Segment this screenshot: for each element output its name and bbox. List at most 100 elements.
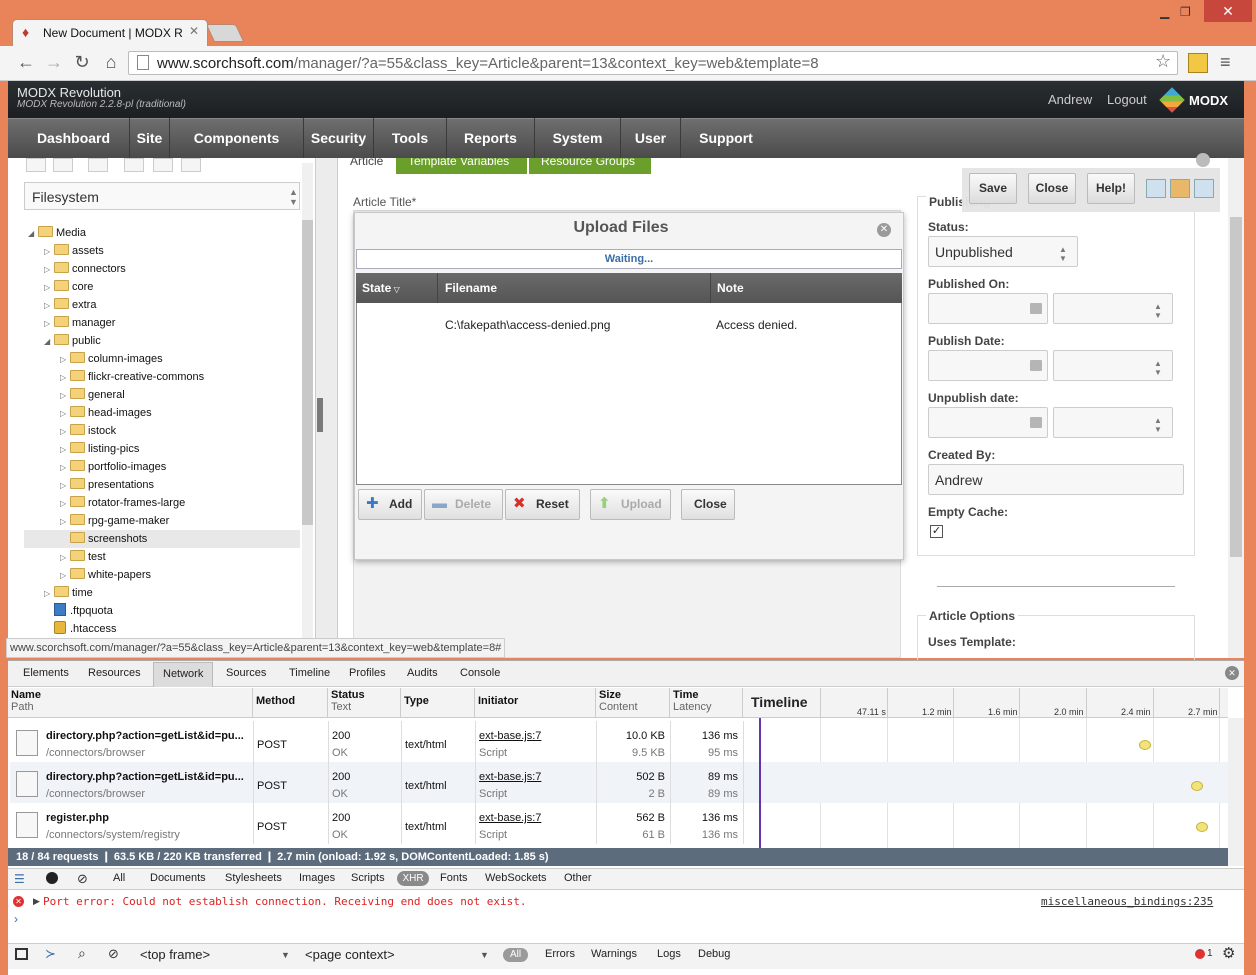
tree-item[interactable]: ▷ column-images xyxy=(28,350,300,368)
tree-item[interactable]: ▷ istock xyxy=(28,422,300,440)
col-size[interactable]: Size Content xyxy=(596,688,670,718)
col-method[interactable]: Method xyxy=(253,688,328,718)
tree-item[interactable]: ▷ connectors xyxy=(28,260,300,278)
tab-resource-groups[interactable]: Resource Groups xyxy=(529,158,651,174)
collapsed-triangle-icon[interactable]: ▷ xyxy=(60,567,70,585)
tree-quick-update-icon[interactable] xyxy=(181,158,201,172)
nav-user[interactable]: User xyxy=(621,118,681,158)
tab-article[interactable]: Article xyxy=(348,158,394,174)
address-bar[interactable]: www.scorchsoft.com/manager/?a=55&class_k… xyxy=(128,51,1178,75)
tree-item[interactable]: ▷ test xyxy=(28,548,300,566)
collapsed-triangle-icon[interactable]: ▷ xyxy=(60,369,70,387)
request-initiator[interactable]: ext-base.js:7 xyxy=(479,730,541,742)
collapse-icon[interactable] xyxy=(1196,153,1210,167)
filter-images[interactable]: Images xyxy=(299,872,335,884)
nav-support[interactable]: Support xyxy=(681,118,771,158)
extension-icon[interactable] xyxy=(1188,53,1208,73)
window-close-icon[interactable]: ✕ xyxy=(1204,0,1252,22)
calendar-icon[interactable] xyxy=(1030,303,1042,314)
collapsed-triangle-icon[interactable]: ▷ xyxy=(60,441,70,459)
home-icon[interactable]: ⌂ xyxy=(99,52,123,74)
expanded-triangle-icon[interactable]: ◢ xyxy=(44,333,54,351)
bookmark-star-icon[interactable]: ☆ xyxy=(1155,51,1171,72)
col-name[interactable]: Name Path xyxy=(8,688,253,718)
expanded-triangle-icon[interactable]: ◢ xyxy=(28,225,38,243)
console-prompt-icon[interactable]: › xyxy=(14,912,18,926)
content-scrollbar-thumb[interactable] xyxy=(1230,217,1242,557)
delete-button[interactable]: ▬ Delete xyxy=(424,489,503,520)
collapsed-triangle-icon[interactable]: ▷ xyxy=(60,549,70,567)
tree-upload-icon[interactable] xyxy=(53,158,73,172)
filter-scripts[interactable]: Scripts xyxy=(351,872,385,884)
col-initiator[interactable]: Initiator xyxy=(475,688,596,718)
collapsed-triangle-icon[interactable]: ▷ xyxy=(60,513,70,531)
nav-tools[interactable]: Tools xyxy=(374,118,447,158)
col-time[interactable]: Time Latency xyxy=(670,688,743,718)
list-view-icon[interactable]: ☰ xyxy=(14,872,25,886)
upload-button[interactable]: ⬆ Upload xyxy=(590,489,671,520)
tree-item[interactable]: ▷ white-papers xyxy=(28,566,300,584)
clear-icon[interactable]: ⊘ xyxy=(77,871,88,887)
col-type[interactable]: Type xyxy=(401,688,475,718)
tree-item[interactable]: ▷ time xyxy=(28,584,300,602)
dock-icon[interactable] xyxy=(15,948,28,960)
tree-item[interactable]: ▷ head-images xyxy=(28,404,300,422)
tab-elements[interactable]: Elements xyxy=(23,667,69,679)
tree-item[interactable]: ▷ manager xyxy=(28,314,300,332)
tree-item[interactable]: ▷ rotator-frames-large xyxy=(28,494,300,512)
collapsed-triangle-icon[interactable]: ▷ xyxy=(44,279,54,297)
maximize-icon[interactable]: ❐ xyxy=(1180,5,1191,19)
nav-reports[interactable]: Reports xyxy=(447,118,535,158)
nav-security[interactable]: Security xyxy=(304,118,374,158)
expand-triangle-icon[interactable]: ▶ xyxy=(33,896,40,907)
tree-download-icon[interactable] xyxy=(26,158,46,172)
forward-arrow-icon[interactable]: → xyxy=(42,52,66,74)
col-filename[interactable]: Filename xyxy=(439,273,711,303)
request-name[interactable]: directory.php?action=getList&id=pu... xyxy=(46,730,250,742)
tree-item[interactable]: ▷ rpg-game-maker xyxy=(28,512,300,530)
save-button[interactable]: Save xyxy=(969,173,1017,204)
tree-new-folder-icon[interactable] xyxy=(124,158,144,172)
col-state[interactable]: State ▽ xyxy=(356,273,438,303)
request-name[interactable]: register.php xyxy=(46,812,250,824)
collapsed-triangle-icon[interactable]: ▷ xyxy=(60,387,70,405)
splitter-collapse-handle[interactable] xyxy=(317,398,323,432)
collapsed-triangle-icon[interactable]: ▷ xyxy=(44,261,54,279)
view-mode-icon[interactable] xyxy=(1146,179,1166,198)
tree-item[interactable]: ▷ portfolio-images xyxy=(28,458,300,476)
collapsed-triangle-icon[interactable]: ▷ xyxy=(60,405,70,423)
collapsed-triangle-icon[interactable]: ▷ xyxy=(44,585,54,603)
tree-new-file-icon[interactable] xyxy=(153,158,173,172)
calendar-icon[interactable] xyxy=(1030,360,1042,371)
context-select[interactable]: <page context> xyxy=(305,947,395,962)
tree-item[interactable]: screenshots xyxy=(24,530,300,548)
tab-network[interactable]: Network xyxy=(153,662,214,687)
level-errors[interactable]: Errors xyxy=(545,948,575,960)
media-source-select[interactable]: Filesystem xyxy=(24,182,300,210)
tab-resources[interactable]: Resources xyxy=(88,667,141,679)
nav-site[interactable]: Site xyxy=(130,118,170,158)
created-by-select[interactable]: Andrew xyxy=(928,464,1184,495)
tab-close-icon[interactable]: ✕ xyxy=(189,24,199,38)
level-warnings[interactable]: Warnings xyxy=(591,948,637,960)
tree-item[interactable]: ▷ presentations xyxy=(28,476,300,494)
tree-item[interactable]: .htaccess xyxy=(28,620,300,638)
request-name[interactable]: directory.php?action=getList&id=pu... xyxy=(46,771,250,783)
frame-select[interactable]: <top frame> xyxy=(140,947,210,962)
calendar-icon[interactable] xyxy=(1030,417,1042,428)
collapsed-triangle-icon[interactable]: ▷ xyxy=(44,315,54,333)
tab-timeline[interactable]: Timeline xyxy=(289,667,330,679)
nav-components[interactable]: Components xyxy=(170,118,304,158)
request-initiator[interactable]: ext-base.js:7 xyxy=(479,771,541,783)
collapsed-triangle-icon[interactable]: ▷ xyxy=(44,297,54,315)
tab-console[interactable]: Console xyxy=(460,667,500,679)
network-scrollbar[interactable] xyxy=(1228,718,1244,866)
reset-button[interactable]: ✖ Reset xyxy=(505,489,580,520)
collapsed-triangle-icon[interactable]: ▷ xyxy=(60,495,70,513)
dialog-close-button[interactable]: Close xyxy=(681,489,735,520)
console-drawer-icon[interactable]: ≻ xyxy=(45,946,56,962)
tree-item[interactable]: ◢ public xyxy=(28,332,300,350)
collapsed-triangle-icon[interactable]: ▷ xyxy=(60,477,70,495)
close-button[interactable]: Close xyxy=(1028,173,1076,204)
tree-item[interactable]: ▷ flickr-creative-commons xyxy=(28,368,300,386)
